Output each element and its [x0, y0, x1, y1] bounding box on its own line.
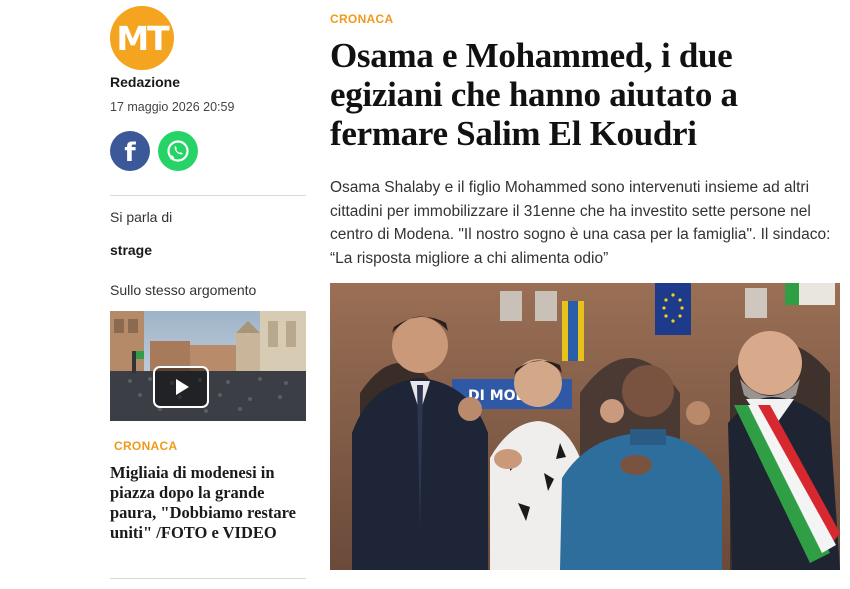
facebook-share-button[interactable]: f [110, 131, 150, 171]
video-play-button[interactable] [153, 366, 209, 408]
publish-date: 17 maggio 2026 20:59 [110, 100, 235, 114]
divider [110, 195, 306, 196]
site-logo-text: MT [116, 18, 169, 58]
author-name: Redazione [110, 74, 181, 90]
facebook-icon: f [124, 138, 136, 168]
related-article-link[interactable]: Migliaia di modenesi in piazza dopo la g… [110, 463, 306, 543]
related-kicker[interactable]: CRONACA [114, 439, 177, 453]
article-summary: Osama Shalaby e il figlio Mohammed sono … [330, 179, 831, 267]
article-photo: DI MODE [330, 283, 840, 570]
article-kicker[interactable]: CRONACA [330, 12, 393, 26]
whatsapp-share-button[interactable] [158, 131, 198, 171]
whatsapp-icon [167, 140, 189, 162]
divider [110, 578, 306, 579]
site-logo[interactable]: MT [110, 6, 174, 70]
related-label: Sullo stesso argomento [110, 282, 257, 298]
topic-label: Si parla di [110, 209, 173, 225]
article-title: Osama e Mohammed, i due egiziani che han… [330, 36, 738, 153]
topic-tag-link[interactable]: strage [110, 242, 152, 258]
play-icon [176, 379, 189, 395]
